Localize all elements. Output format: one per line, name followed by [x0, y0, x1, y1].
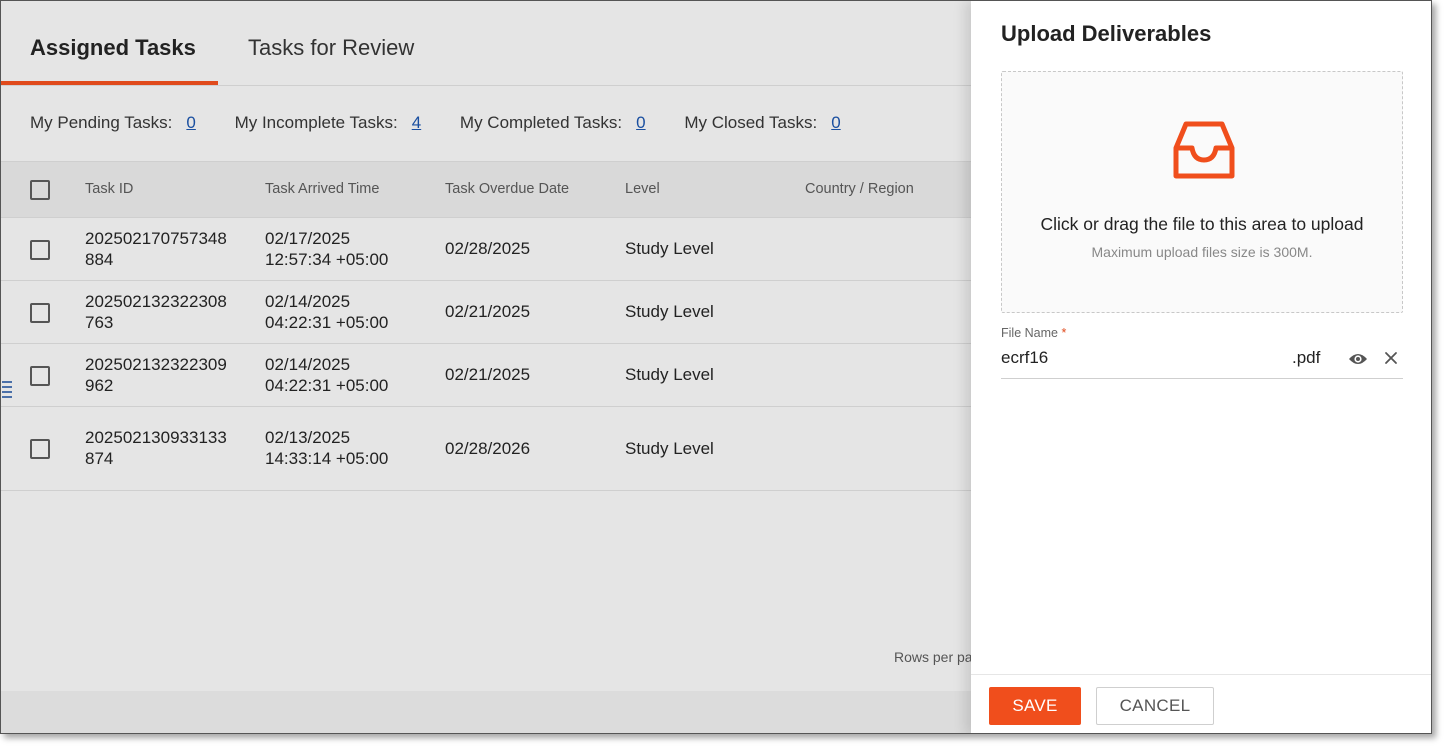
task-tabs: Assigned Tasks Tasks for Review: [1, 1, 971, 86]
active-tab-indicator: [1, 81, 218, 85]
header-country-region[interactable]: Country / Region: [805, 162, 914, 217]
task-arrived-time: 02/14/2025 04:22:31 +05:00: [265, 354, 388, 396]
app-window: Assigned Tasks Tasks for Review My Pendi…: [0, 0, 1432, 734]
stat-completed: My Completed Tasks: 0: [460, 113, 646, 133]
task-id-line2: 962: [85, 376, 114, 395]
arrived-date: 02/17/2025: [265, 229, 351, 248]
task-id-line1: 202502132322309: [85, 355, 227, 374]
eye-icon[interactable]: [1348, 351, 1368, 367]
task-id-line2: 884: [85, 250, 114, 269]
task-stats: My Pending Tasks: 0 My Incomplete Tasks: 4…: [30, 113, 875, 137]
row-checkbox[interactable]: [30, 303, 50, 323]
task-level: Study Level: [625, 302, 714, 321]
task-id-line2: 874: [85, 449, 114, 468]
header-task-overdue-date[interactable]: Task Overdue Date: [445, 162, 569, 217]
dropzone-text: Click or drag the file to this area to u…: [1040, 214, 1364, 234]
tab-tasks-for-review[interactable]: Tasks for Review: [248, 1, 414, 85]
side-drag-handle-icon[interactable]: [2, 381, 12, 403]
file-name-row: .pdf: [1001, 341, 1403, 379]
task-level: Study Level: [625, 365, 714, 384]
task-arrived-time: 02/14/2025 04:22:31 +05:00: [265, 291, 388, 333]
stat-incomplete-link[interactable]: 4: [412, 113, 421, 132]
stat-completed-link[interactable]: 0: [636, 113, 645, 132]
page-footer: [1, 691, 971, 733]
rows-per-page-label: Rows per pa: [894, 649, 973, 665]
close-icon[interactable]: [1383, 350, 1399, 366]
task-id-line1: 202502130933133: [85, 428, 227, 447]
header-level[interactable]: Level: [625, 162, 660, 217]
table-row[interactable]: 202502132322309 962 02/14/2025 04:22:31 +0…: [1, 344, 971, 407]
table-row[interactable]: 202502170757348 884 02/17/2025 12:57:34 +0…: [1, 218, 971, 281]
task-overdue-date: 02/28/2026: [445, 439, 531, 458]
row-checkbox[interactable]: [30, 439, 50, 459]
arrived-time: 04:22:31 +05:00: [265, 313, 389, 332]
task-level: Study Level: [625, 239, 714, 258]
task-level: Study Level: [625, 439, 714, 458]
task-overdue-date: 02/21/2025: [445, 365, 531, 384]
task-id-line1: 202502132322308: [85, 292, 227, 311]
required-mark: *: [1061, 326, 1067, 340]
file-extension: .pdf: [1292, 348, 1321, 367]
file-name-label: File Name *: [1001, 326, 1066, 340]
save-button[interactable]: SAVE: [989, 687, 1081, 725]
stat-closed-link[interactable]: 0: [831, 113, 840, 132]
dropzone-hint: Maximum upload files size is 300M.: [1091, 244, 1313, 260]
upload-deliverables-drawer: Upload Deliverables Click or drag the fi…: [971, 1, 1431, 733]
arrived-date: 02/13/2025: [265, 428, 351, 447]
file-name-label-text: File Name: [1001, 326, 1058, 340]
task-id-line1: 202502170757348: [85, 229, 227, 248]
file-name-input[interactable]: [1001, 346, 1271, 370]
table-header: Task ID Task Arrived Time Task Overdue D…: [1, 161, 971, 218]
stat-closed: My Closed Tasks: 0: [684, 113, 840, 133]
task-id: 202502130933133 874: [85, 427, 227, 469]
arrived-time: 14:33:14 +05:00: [265, 449, 389, 468]
tab-assigned-tasks[interactable]: Assigned Tasks: [30, 1, 196, 85]
stat-completed-label: My Completed Tasks:: [459, 113, 623, 132]
inbox-icon: [1173, 121, 1235, 179]
cancel-button[interactable]: CANCEL: [1096, 687, 1214, 725]
stat-incomplete: My Incomplete Tasks: 4: [235, 113, 422, 133]
task-id: 202502170757348 884: [85, 228, 227, 270]
task-arrived-time: 02/13/2025 14:33:14 +05:00: [265, 427, 388, 469]
task-id: 202502132322309 962: [85, 354, 227, 396]
header-task-id[interactable]: Task ID: [85, 162, 133, 217]
stat-incomplete-label: My Incomplete Tasks:: [234, 113, 398, 132]
arrived-time: 04:22:31 +05:00: [265, 376, 389, 395]
tasks-table: Task ID Task Arrived Time Task Overdue D…: [1, 161, 971, 491]
task-arrived-time: 02/17/2025 12:57:34 +05:00: [265, 228, 388, 270]
stat-pending: My Pending Tasks: 0: [30, 113, 196, 133]
upload-dropzone[interactable]: Click or drag the file to this area to u…: [1001, 71, 1403, 313]
task-id-line2: 763: [85, 313, 114, 332]
task-overdue-date: 02/21/2025: [445, 302, 531, 321]
stat-pending-link[interactable]: 0: [186, 113, 195, 132]
drawer-footer: SAVE CANCEL: [971, 674, 1431, 733]
stat-closed-label: My Closed Tasks:: [684, 113, 818, 132]
task-overdue-date: 02/28/2025: [445, 239, 531, 258]
row-checkbox[interactable]: [30, 240, 50, 260]
stat-pending-label: My Pending Tasks:: [30, 113, 173, 132]
row-checkbox[interactable]: [30, 366, 50, 386]
table-row[interactable]: 202502132322308 763 02/14/2025 04:22:31 +0…: [1, 281, 971, 344]
drawer-title: Upload Deliverables: [1001, 21, 1212, 46]
arrived-date: 02/14/2025: [265, 355, 351, 374]
header-task-arrived-time[interactable]: Task Arrived Time: [265, 162, 379, 217]
task-id: 202502132322308 763: [85, 291, 227, 333]
arrived-time: 12:57:34 +05:00: [265, 250, 389, 269]
select-all-checkbox[interactable]: [30, 180, 50, 200]
table-row[interactable]: 202502130933133 874 02/13/2025 14:33:14 +0…: [1, 407, 971, 491]
arrived-date: 02/14/2025: [265, 292, 351, 311]
